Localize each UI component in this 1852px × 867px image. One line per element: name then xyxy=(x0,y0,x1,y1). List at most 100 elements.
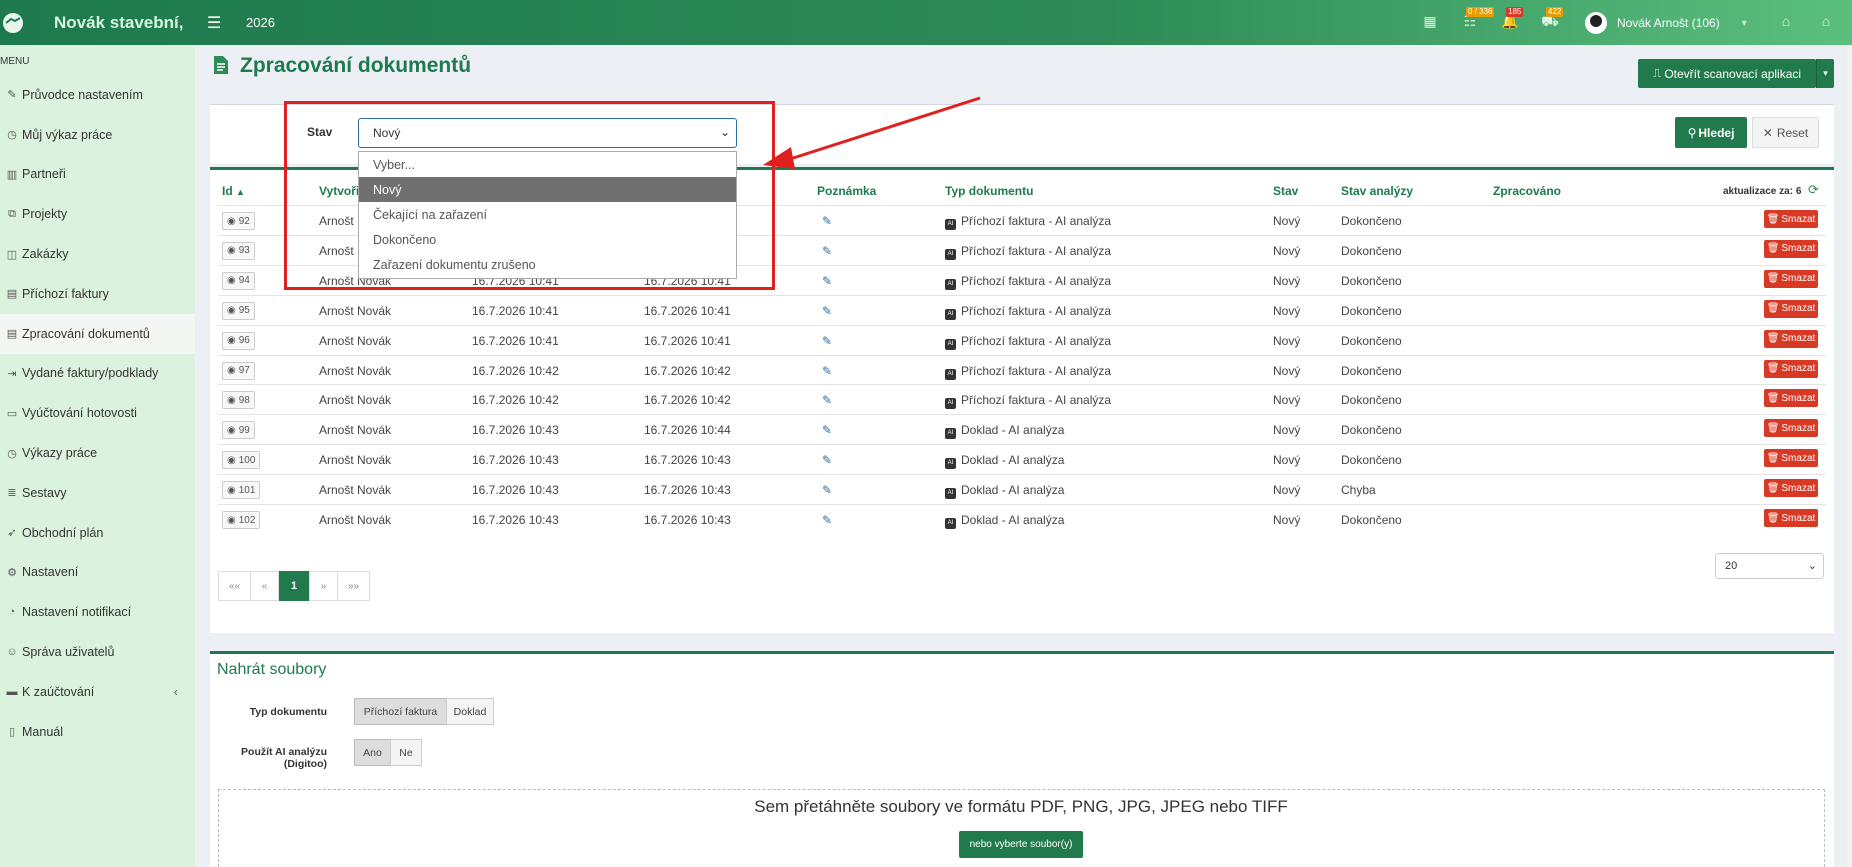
menu-toggle-icon[interactable]: ☰ xyxy=(207,13,221,33)
col-header-status[interactable]: Stav xyxy=(1273,184,1298,198)
view-document-button[interactable]: ◉ 102 xyxy=(222,511,261,529)
pencil-icon[interactable]: ✎ xyxy=(822,334,832,348)
col-header-analysis[interactable]: Stav analýzy xyxy=(1341,184,1413,198)
year-selector[interactable]: 2026 xyxy=(246,15,275,30)
cell-author: Arnošt Novák xyxy=(319,513,392,527)
view-document-button[interactable]: ◉ 97 xyxy=(222,361,255,380)
delete-button[interactable]: 🗑 Smazat xyxy=(1764,329,1818,348)
sidebar-item[interactable]: ▭ Vyúčtování hotovosti xyxy=(0,393,195,433)
view-document-button[interactable]: ◉ 95 xyxy=(222,301,255,320)
sidebar-item[interactable]: ☺ Správa uživatelů xyxy=(0,632,195,672)
view-document-button[interactable]: ◉ 94 xyxy=(222,271,255,290)
open-scan-app-button[interactable]: ⎍ Otevřít scanovací aplikaci xyxy=(1638,59,1816,88)
sidebar-item[interactable]: ◷ Můj výkaz práce xyxy=(0,115,195,155)
choose-files-button[interactable]: nebo vyberte soubor(y) xyxy=(959,831,1083,858)
page-size-select[interactable]: 20 ⌄ xyxy=(1715,553,1824,579)
sidebar-item[interactable]: ⇥ Vydané faktury/podklady xyxy=(0,354,195,394)
delete-button[interactable]: 🗑 Smazat xyxy=(1764,419,1818,438)
tasks-icon[interactable]: ☷ 0 / 336 xyxy=(1460,7,1495,31)
view-document-button[interactable]: ◉ 93 xyxy=(222,241,255,260)
sidebar-item[interactable]: ◔ Nastavení notifikací xyxy=(0,592,195,632)
calendar-icon[interactable]: ▦ xyxy=(1420,13,1440,31)
cell-modified: 16.7.2026 10:43 xyxy=(644,453,731,468)
pencil-icon[interactable]: ✎ xyxy=(822,513,832,527)
col-header-id[interactable]: Id ▲ xyxy=(222,184,245,198)
view-document-button[interactable]: ◉ 98 xyxy=(222,391,255,410)
view-document-button[interactable]: ◉ 100 xyxy=(222,451,261,470)
doc-type-invoice-toggle[interactable]: Příchozí faktura xyxy=(354,698,447,725)
delete-button[interactable]: 🗑 Smazat xyxy=(1764,359,1818,378)
pagination-next[interactable]: » xyxy=(309,571,338,601)
bell-icon[interactable]: 🔔 185 xyxy=(1500,7,1524,31)
sidebar-item[interactable]: ⧉ Projekty xyxy=(0,194,195,234)
refresh-icon[interactable]: ⟳ xyxy=(1808,182,1819,198)
brand-name: Novák stavební, xyxy=(54,12,184,32)
view-document-button[interactable]: ◉ 96 xyxy=(222,331,255,350)
ai-no-toggle[interactable]: Ne xyxy=(390,739,422,766)
cell-author: Arnošt Novák xyxy=(319,393,392,408)
delete-button[interactable]: 🗑 Smazat xyxy=(1764,299,1818,318)
handshake-logo-icon xyxy=(0,10,26,36)
view-document-button[interactable]: ◉ 92 xyxy=(222,212,255,230)
pencil-icon[interactable]: ✎ xyxy=(822,483,832,497)
sidebar-item[interactable]: ▥ Partneři xyxy=(0,155,195,195)
user-menu[interactable]: Novák Arnošt (106) ▾ xyxy=(1585,12,1747,34)
cell-modified: 16.7.2026 10:41 xyxy=(644,303,731,318)
home-icon[interactable]: ⌂ xyxy=(1816,13,1836,31)
delete-button[interactable]: 🗑 Smazat xyxy=(1764,449,1818,468)
delete-button[interactable]: 🗑 Smazat xyxy=(1764,239,1818,258)
col-header-processed[interactable]: Zpracováno xyxy=(1493,184,1561,198)
view-document-button[interactable]: ◉ 101 xyxy=(222,481,261,500)
ai-analysis-label: Použít AI analýzu (Digitoo) xyxy=(241,746,327,770)
sidebar-item[interactable]: ≣ Sestavy xyxy=(0,473,195,513)
bank-icon[interactable]: ⌂ xyxy=(1776,13,1796,31)
pencil-icon[interactable]: ✎ xyxy=(822,304,832,318)
pencil-icon[interactable]: ✎ xyxy=(822,244,832,258)
page-scrollbar[interactable] xyxy=(1847,45,1852,867)
sidebar-item[interactable]: ▬ K zaúčtování ‹ xyxy=(0,672,195,712)
search-button[interactable]: ⚲ Hledej xyxy=(1675,117,1747,148)
cell-doc-type: AI Příchozí faktura - AI analýza xyxy=(945,393,1111,410)
chevron-left-icon[interactable]: ‹ xyxy=(174,684,178,699)
pencil-icon[interactable]: ✎ xyxy=(822,423,832,437)
pagination-page-1[interactable]: 1 xyxy=(279,571,309,601)
pencil-icon[interactable]: ✎ xyxy=(822,364,832,378)
dropzone-text: Sem přetáhněte soubory ve formátu PDF, P… xyxy=(754,797,1288,816)
chevron-down-icon[interactable]: ▾ xyxy=(1742,18,1747,29)
pencil-icon[interactable]: ✎ xyxy=(822,453,832,467)
delete-button[interactable]: 🗑 Smazat xyxy=(1764,269,1818,288)
pencil-icon[interactable]: ✎ xyxy=(822,214,832,228)
cell-created: 16.7.2026 10:43 xyxy=(472,483,559,498)
sidebar-item[interactable]: ▤ Příchozí faktury xyxy=(0,274,195,314)
list-icon: ≣ xyxy=(7,487,17,500)
eye-icon: ◉ xyxy=(227,335,236,347)
trash-icon: 🗑 xyxy=(1766,482,1780,494)
sidebar-item-label: Obchodní plán xyxy=(22,525,104,540)
pencil-icon[interactable]: ✎ xyxy=(822,274,832,288)
delete-button[interactable]: 🗑 Smazat xyxy=(1764,210,1818,228)
delete-button[interactable]: 🗑 Smazat xyxy=(1764,479,1818,498)
doc-type-receipt-toggle[interactable]: Doklad xyxy=(446,698,494,725)
ai-yes-toggle[interactable]: Ano xyxy=(354,739,391,766)
delete-button[interactable]: 🗑 Smazat xyxy=(1764,389,1818,408)
sidebar-item[interactable]: ▯ Manuál xyxy=(0,712,195,752)
cell-status: Nový xyxy=(1273,423,1301,438)
car-icon[interactable]: ⛟ 422 xyxy=(1540,7,1564,31)
pagination-last[interactable]: »» xyxy=(337,571,370,601)
delete-button[interactable]: 🗑 Smazat xyxy=(1764,509,1818,527)
open-scan-dropdown-caret[interactable]: ▾ xyxy=(1816,59,1834,88)
col-header-note[interactable]: Poznámka xyxy=(817,184,876,198)
sidebar-item[interactable]: ➶ Obchodní plán xyxy=(0,513,195,553)
pagination-first[interactable]: «« xyxy=(218,571,251,601)
sidebar-item[interactable]: ◷ Výkazy práce xyxy=(0,433,195,473)
col-header-doc-type[interactable]: Typ dokumentu xyxy=(945,184,1033,198)
pencil-icon[interactable]: ✎ xyxy=(822,393,832,407)
pagination-prev[interactable]: « xyxy=(250,571,279,601)
view-document-button[interactable]: ◉ 99 xyxy=(222,421,255,440)
sidebar-item[interactable]: ▤ Zpracování dokumentů xyxy=(0,313,195,354)
sidebar-item[interactable]: ⚙ Nastavení xyxy=(0,553,195,593)
sidebar-item[interactable]: ✎ Průvodce nastavením xyxy=(0,75,195,115)
brand[interactable]: Novák stavební, xyxy=(0,0,195,45)
sidebar-item[interactable]: ◫ Zakázky xyxy=(0,234,195,274)
reset-button[interactable]: ✕ Reset xyxy=(1752,117,1819,148)
